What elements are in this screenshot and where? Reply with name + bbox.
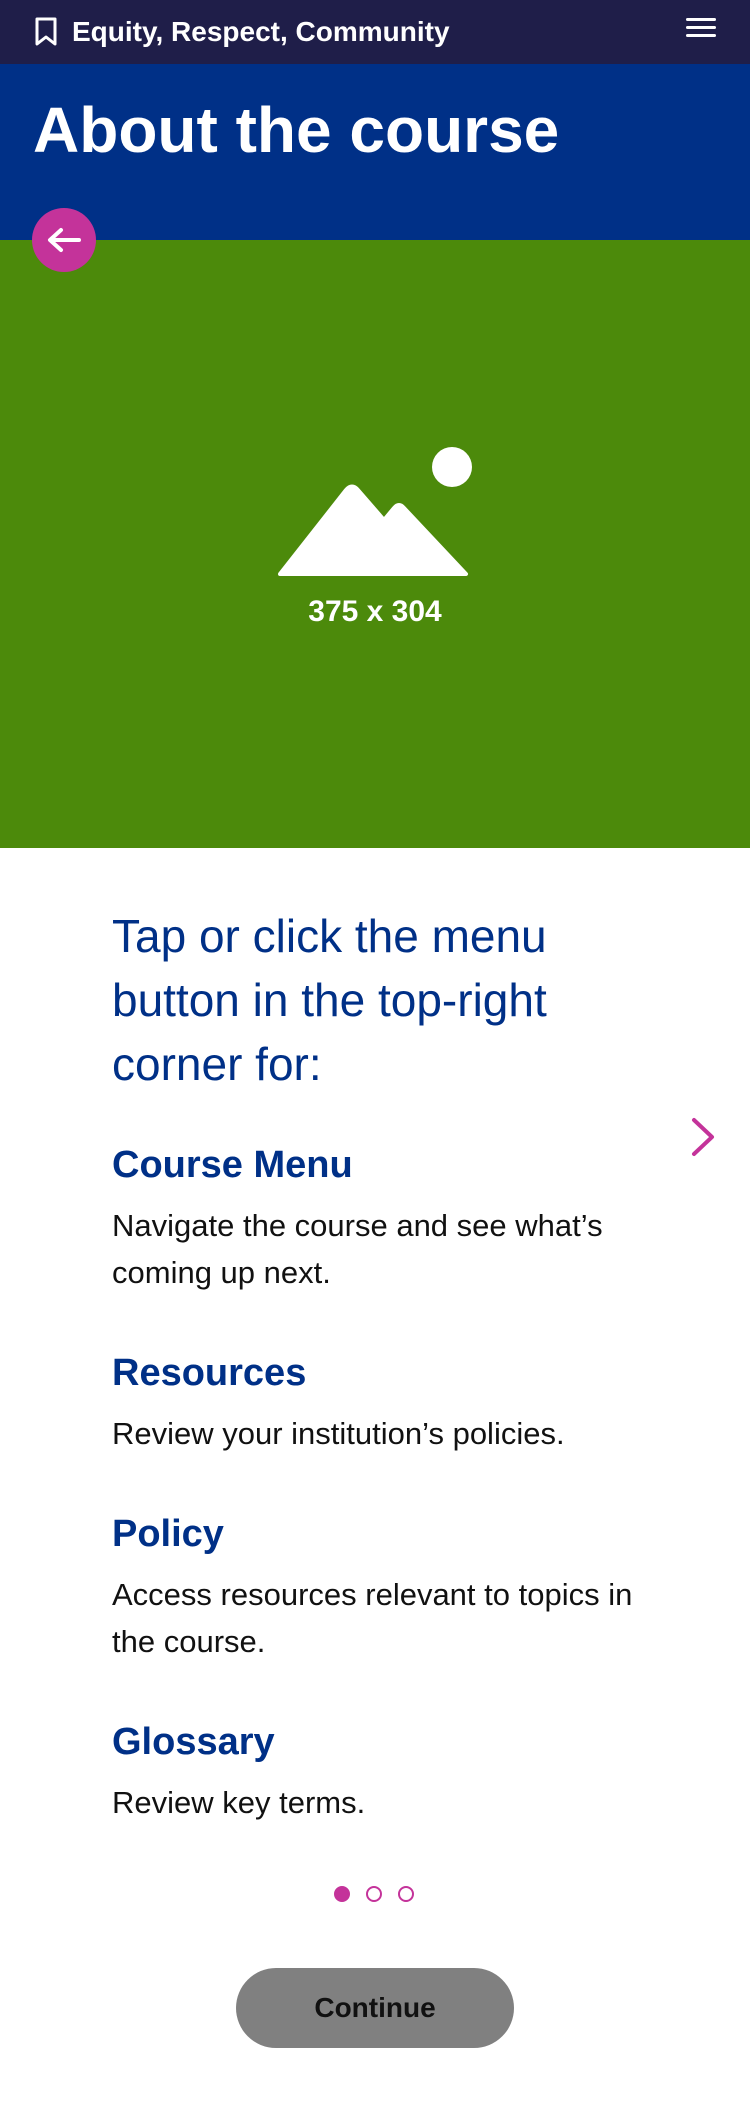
- course-name: Equity, Respect, Community: [72, 16, 450, 47]
- page-dot-3[interactable]: [398, 1886, 414, 1902]
- bookmark-icon[interactable]: [33, 17, 59, 47]
- arrow-left-icon: [48, 228, 81, 252]
- menu-line: [686, 18, 716, 21]
- item-title-policy: Policy: [112, 1513, 224, 1555]
- continue-button[interactable]: Continue: [236, 1968, 514, 2048]
- back-button[interactable]: [32, 208, 96, 272]
- course-info-content: Tap or click the menu button in the top-…: [112, 904, 652, 1826]
- item-description-glossary: Review key terms.: [112, 1785, 366, 1820]
- page-dot-1[interactable]: [334, 1886, 350, 1902]
- menu-line: [686, 26, 716, 29]
- image-placeholder-icon: [278, 447, 472, 576]
- item-title-glossary: Glossary: [112, 1721, 275, 1763]
- page-header: About the course: [0, 64, 750, 240]
- menu-line: [686, 34, 716, 37]
- chevron-right-icon[interactable]: [688, 1116, 718, 1158]
- hamburger-menu-icon[interactable]: [686, 16, 718, 48]
- item-title-course-menu: Course Menu: [112, 1144, 353, 1186]
- item-title-resources: Resources: [112, 1352, 307, 1394]
- pagination-dots: [334, 1886, 430, 1902]
- top-bar: Equity, Respect, Community: [0, 0, 750, 64]
- intro-text: Tap or click the menu button in the top-…: [112, 910, 547, 1090]
- item-description-resources: Review your institution’s policies.: [112, 1416, 565, 1451]
- hero-image-placeholder: 375 x 304: [0, 240, 750, 848]
- page-title: About the course: [33, 94, 560, 166]
- item-description-policy: Access resources relevant to topics in t…: [112, 1577, 633, 1659]
- item-description-course-menu: Navigate the course and see what’s comin…: [112, 1208, 603, 1290]
- page-dot-2[interactable]: [366, 1886, 382, 1902]
- image-size-caption: 375 x 304: [308, 595, 442, 628]
